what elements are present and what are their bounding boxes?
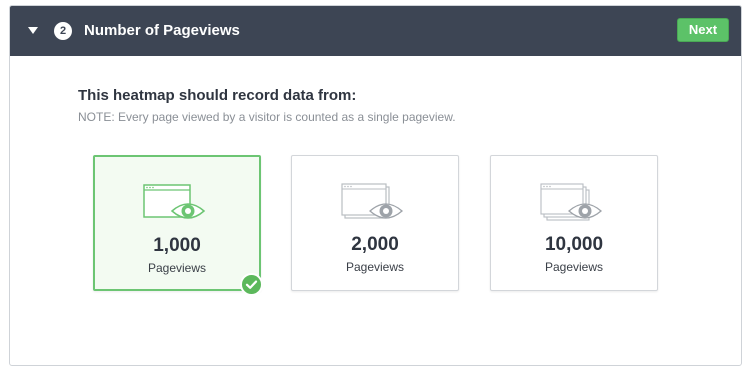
next-button[interactable]: Next (677, 18, 729, 42)
option-label: Pageviews (147, 261, 207, 275)
step-number-badge: 2 (54, 22, 72, 40)
stacked-pages-eye-icon (540, 183, 602, 221)
selected-check-icon (240, 273, 263, 296)
option-label: Pageviews (544, 260, 604, 274)
step-title: Number of Pageviews (84, 22, 240, 39)
option-label: Pageviews (345, 260, 405, 274)
step-header[interactable]: 2 Number of Pageviews Next (10, 6, 741, 56)
section-heading: This heatmap should record data from: (78, 87, 357, 104)
double-page-eye-icon (341, 183, 403, 219)
single-page-eye-icon (143, 184, 206, 219)
pageviews-step-panel: 2 Number of Pageviews Next This heatmap … (9, 5, 742, 366)
option-value: 2,000 (351, 234, 399, 255)
collapse-caret-icon[interactable] (28, 27, 38, 34)
option-10000-pageviews[interactable]: 10,000 Pageviews (490, 155, 658, 291)
option-2000-pageviews[interactable]: 2,000 Pageviews (291, 155, 459, 291)
option-value: 1,000 (153, 235, 201, 256)
pageview-note: NOTE: Every page viewed by a visitor is … (78, 110, 456, 124)
option-value: 10,000 (544, 234, 604, 255)
option-1000-pageviews[interactable]: 1,000 Pageviews (93, 155, 261, 291)
